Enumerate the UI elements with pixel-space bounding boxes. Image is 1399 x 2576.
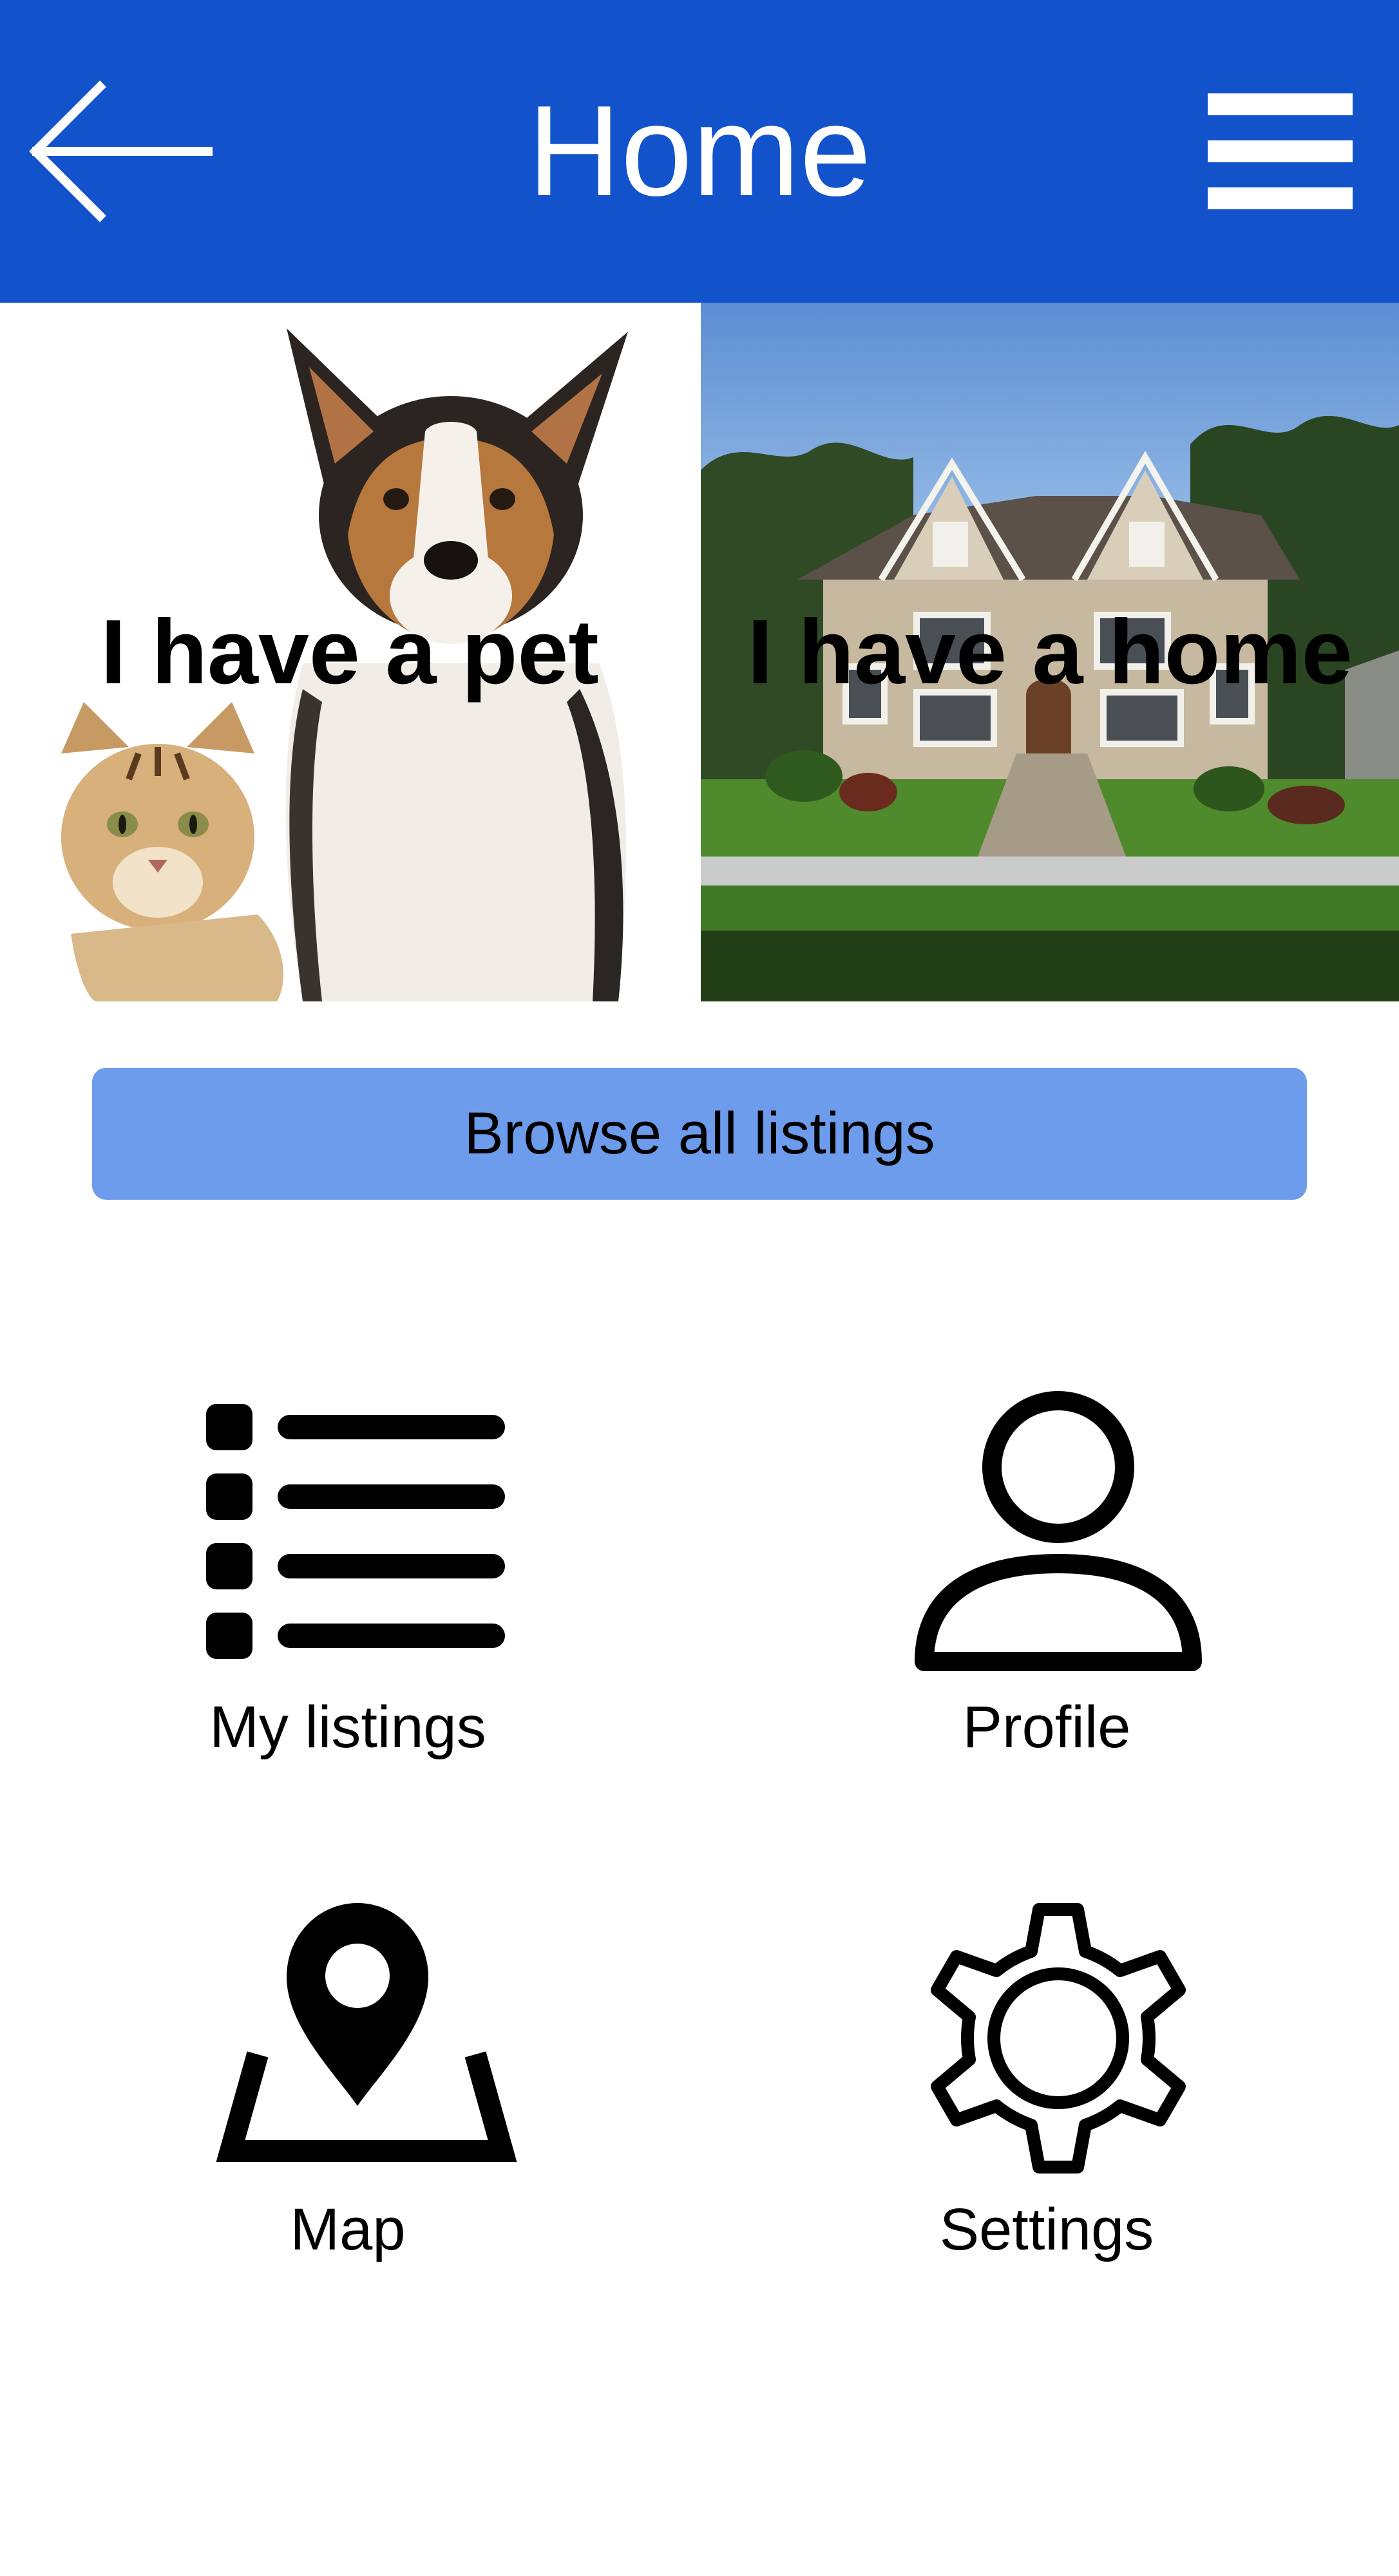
nav-profile[interactable]: Profile (725, 1391, 1369, 1777)
nav-my-listings-label: My listings (209, 1694, 486, 1760)
app-header: Home (0, 0, 1399, 303)
nav-map[interactable]: Map (26, 1880, 670, 2280)
pet-tile[interactable] (0, 303, 700, 1001)
page-title: Home (528, 79, 871, 223)
nav-settings-label: Settings (939, 2197, 1154, 2262)
user-icon (915, 1391, 1202, 1671)
nav-my-listings[interactable]: My listings (26, 1391, 670, 1777)
home-tile[interactable] (701, 303, 1399, 1001)
browse-all-listings-button[interactable]: Browse all listings (92, 1068, 1307, 1200)
menu-button[interactable] (1208, 93, 1353, 209)
pet-photo (61, 328, 628, 1001)
gear-icon (931, 1903, 1186, 2174)
house-photo (701, 415, 1399, 1001)
nav-settings[interactable]: Settings (725, 1880, 1369, 2280)
list-icon (206, 1404, 505, 1659)
nav-profile-label: Profile (962, 1694, 1131, 1760)
map-pin-icon (216, 1903, 517, 2162)
nav-map-label: Map (290, 2197, 406, 2262)
home-screen: Home I have a pet I have a home Browse a… (0, 0, 1399, 2576)
